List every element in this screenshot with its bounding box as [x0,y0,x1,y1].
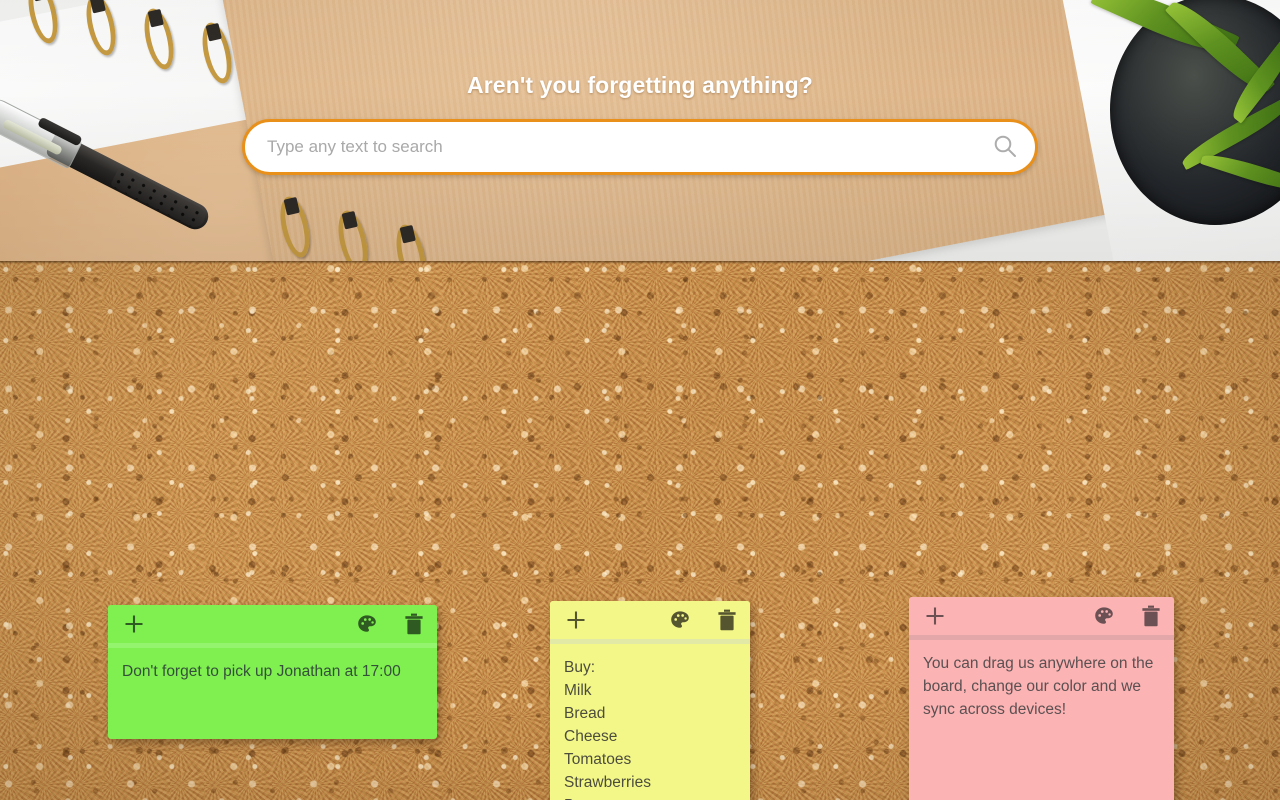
cork-board[interactable]: Don't forget to pick up Jonathan at 17:0… [0,261,1280,800]
note-text[interactable]: You can drag us anywhere on the board, c… [909,640,1174,800]
delete-note-button[interactable] [717,609,737,631]
add-note-button[interactable] [923,604,947,628]
board-top-edge [0,261,1280,264]
note-toolbar [909,597,1174,635]
note-toolbar [550,601,750,639]
note-toolbar [108,605,437,643]
sticky-note-green[interactable]: Don't forget to pick up Jonathan at 17:0… [108,605,437,739]
note-text[interactable]: Don't forget to pick up Jonathan at 17:0… [108,648,437,739]
app-root: Aren't you forgetting anything? Type any… [0,0,1280,800]
change-color-button[interactable] [356,613,378,635]
search-box[interactable] [242,119,1038,175]
search-container [242,119,1038,175]
sticky-note-pink[interactable]: You can drag us anywhere on the board, c… [909,597,1174,800]
sticky-note-yellow[interactable]: Buy: Milk Bread Cheese Tomatoes Strawber… [550,601,750,800]
page-title: Aren't you forgetting anything? [467,72,813,98]
search-input[interactable] [245,122,977,172]
header-banner: Aren't you forgetting anything? [0,0,1280,261]
add-note-button[interactable] [564,608,588,632]
add-note-button[interactable] [122,612,146,636]
search-icon [992,133,1018,162]
delete-note-button[interactable] [404,613,424,635]
change-color-button[interactable] [1093,605,1115,627]
change-color-button[interactable] [669,609,691,631]
delete-note-button[interactable] [1141,605,1161,627]
note-text[interactable]: Buy: Milk Bread Cheese Tomatoes Strawber… [550,644,750,800]
search-button[interactable] [977,122,1035,172]
